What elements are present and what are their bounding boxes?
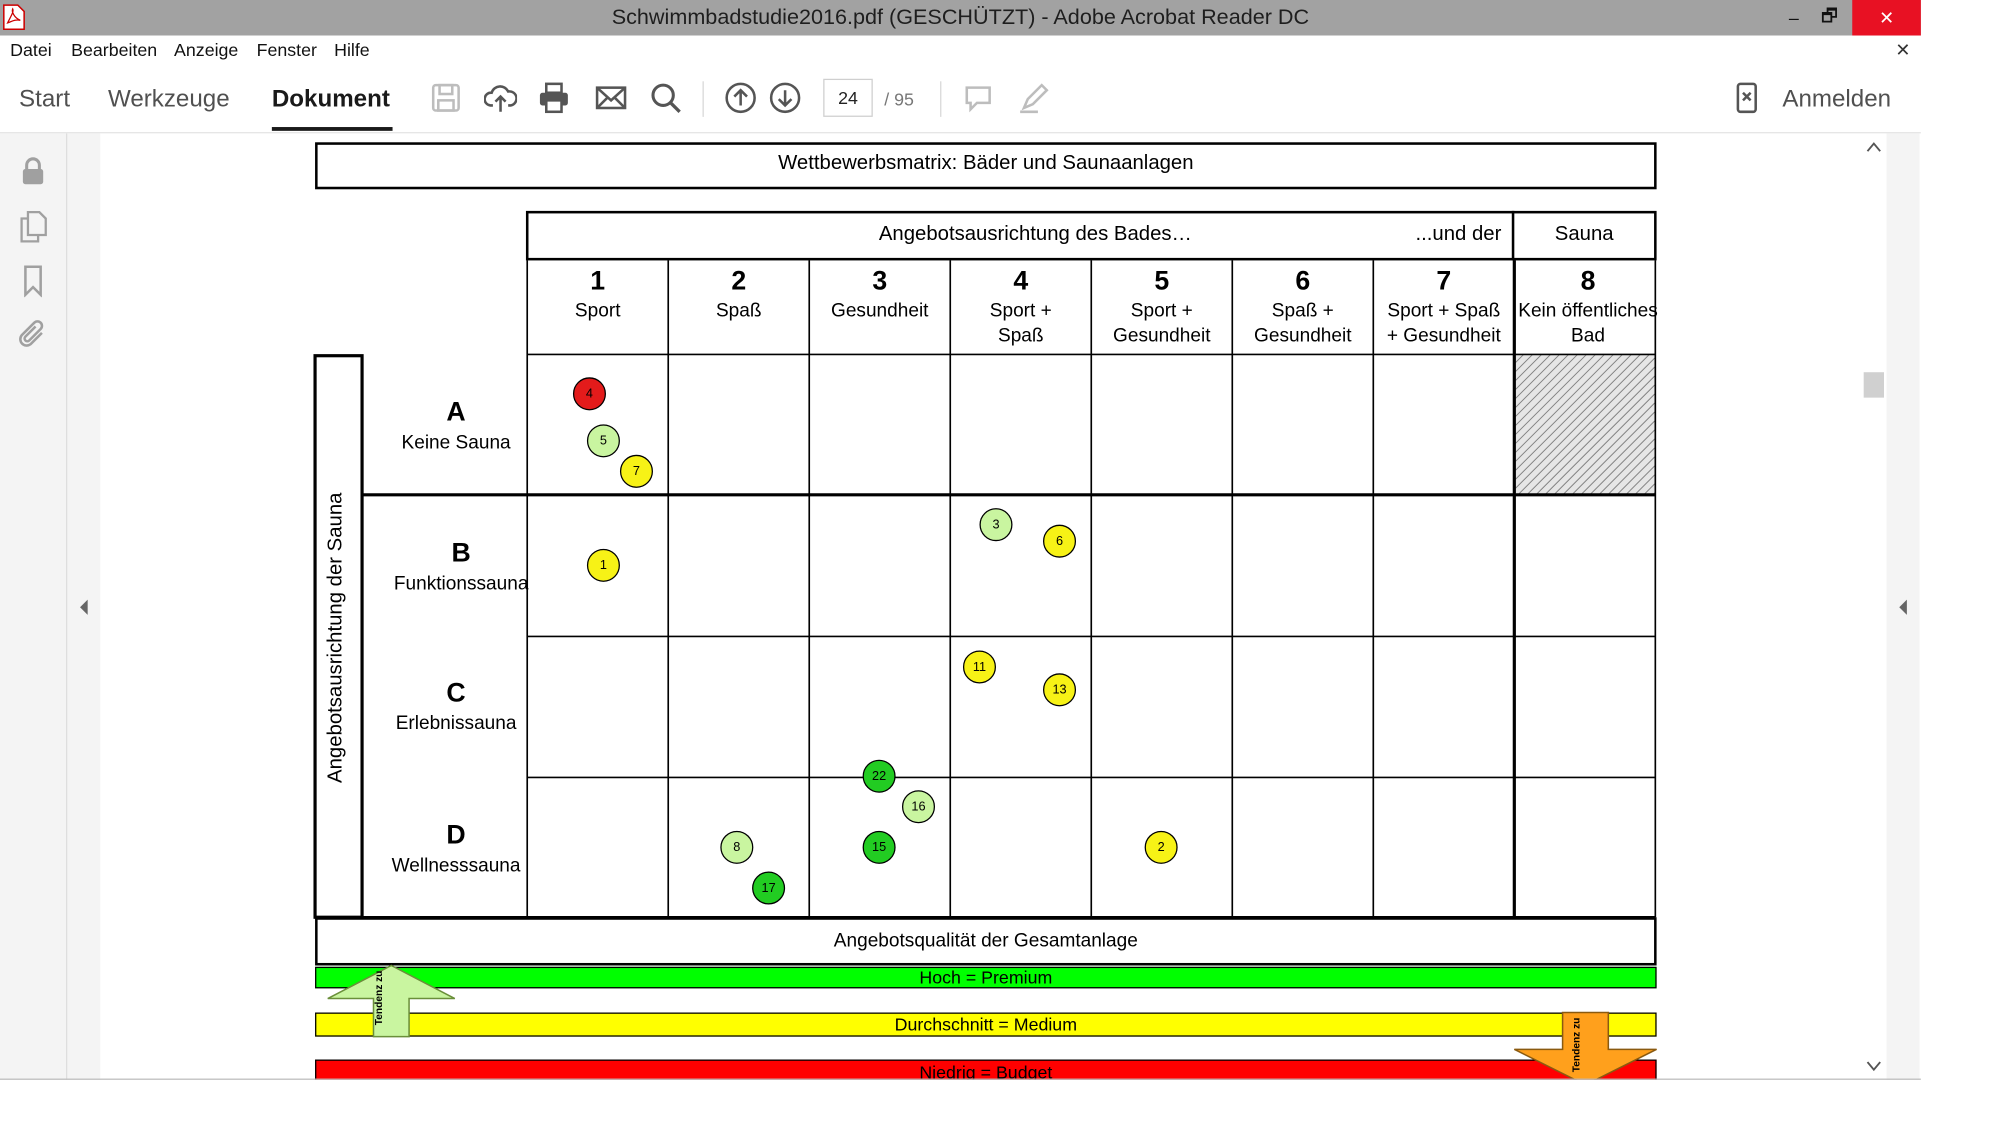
marker-label: 13	[1052, 682, 1067, 697]
quality-label: Angebotsqualität der Gesamtanlage	[833, 929, 1138, 952]
tab-werkzeuge[interactable]: Werkzeuge	[108, 86, 230, 114]
expand-right-pane-icon[interactable]	[1897, 598, 1910, 616]
marker-bath-22: 22	[862, 759, 896, 793]
marker-bath-16: 16	[901, 790, 936, 824]
page-up-icon[interactable]	[724, 81, 757, 114]
attachment-icon[interactable]	[17, 318, 50, 351]
vertical-scrollbar[interactable]	[1861, 133, 1887, 1080]
tab-dokument[interactable]: Dokument	[272, 86, 390, 114]
window-title: Schwimmbadstudie2016.pdf (GESCHÜTZT) - A…	[611, 5, 1310, 30]
scroll-down-icon[interactable]	[1866, 1060, 1881, 1073]
sign-in-button[interactable]: Anmelden	[1782, 86, 1891, 114]
lock-icon[interactable]	[17, 155, 50, 188]
band-label: Durchschnitt = Medium	[894, 1013, 1078, 1035]
marker-label: 16	[911, 799, 926, 814]
marker-label: 8	[733, 840, 741, 855]
band-premium: Hoch = Premium	[315, 966, 1657, 989]
toolbar-separator	[702, 81, 704, 117]
close-button[interactable]: ✕	[1852, 0, 1921, 36]
band-medium: Durchschnitt = Medium	[315, 1012, 1657, 1037]
tendency-label-up: Tendenz zu	[372, 970, 385, 1026]
marker-label: 1	[599, 558, 607, 573]
row-label: Wellnesssauna	[391, 854, 521, 877]
scroll-thumb[interactable]	[1863, 372, 1885, 398]
toolbar: Start Werkzeuge Dokument 24 / 95 Anmelde…	[0, 63, 1921, 134]
scroll-up-icon[interactable]	[1866, 141, 1881, 154]
print-icon[interactable]	[537, 81, 570, 114]
page-down-icon[interactable]	[769, 81, 802, 114]
save-icon[interactable]	[429, 81, 462, 114]
document-view: Wettbewerbsmatrix: Bäder und Saunaanlage…	[100, 133, 1862, 1080]
comment-icon[interactable]	[962, 81, 995, 114]
row-letter: A	[446, 397, 466, 427]
band-label: Hoch = Premium	[919, 966, 1053, 988]
marker-bath-2: 2	[1144, 830, 1178, 864]
row-label: Keine Sauna	[401, 431, 511, 454]
tab-start[interactable]: Start	[19, 86, 70, 114]
row-letter: B	[451, 538, 471, 568]
mobile-icon[interactable]	[1730, 81, 1763, 114]
marker-bath-13: 13	[1042, 673, 1077, 707]
marker-label: 6	[1055, 534, 1064, 549]
row-letter: D	[446, 820, 466, 850]
restore-icon: 🗗	[1821, 5, 1838, 26]
tendency-down-arrow	[1513, 1011, 1657, 1080]
navigation-pane	[0, 133, 68, 1080]
marker-label: 15	[872, 840, 887, 855]
marker-bath-7: 7	[619, 454, 653, 488]
marker-label: 22	[872, 769, 887, 784]
hatched-cell	[1515, 354, 1656, 495]
page-total: / 95	[884, 88, 914, 110]
marker-bath-11: 11	[962, 650, 996, 684]
upload-icon[interactable]	[484, 81, 518, 114]
menu-datei[interactable]: Datei	[10, 39, 52, 59]
marker-label: 4	[585, 386, 593, 401]
minimize-icon: –	[1788, 7, 1799, 28]
page-number-input[interactable]: 24	[823, 78, 873, 117]
menu-bearbeiten[interactable]: Bearbeiten	[71, 39, 157, 59]
band-budget: Niedrig = Budget	[315, 1059, 1657, 1080]
marker-bath-8: 8	[720, 830, 754, 864]
search-icon[interactable]	[649, 81, 682, 114]
close-document-icon[interactable]: ✕	[1895, 39, 1910, 61]
marker-bath-4: 4	[572, 377, 606, 411]
bookmark-icon[interactable]	[17, 264, 50, 298]
marker-label: 5	[599, 433, 607, 448]
band-label: Niedrig = Budget	[919, 1062, 1053, 1080]
menu-bar: Datei Bearbeiten Anzeige Fenster Hilfe ✕	[0, 35, 1921, 64]
row-label: Erlebnissauna	[395, 712, 517, 735]
collapse-left-icon[interactable]	[77, 598, 90, 616]
marker-label: 2	[1157, 840, 1165, 855]
close-icon: ✕	[1879, 6, 1894, 28]
menu-hilfe[interactable]: Hilfe	[334, 39, 370, 59]
pen-icon[interactable]	[1018, 81, 1051, 114]
pdf-page: Wettbewerbsmatrix: Bäder und Saunaanlage…	[100, 133, 1861, 1080]
row-label: Funktionssauna	[393, 572, 529, 595]
marker-label: 3	[992, 517, 1000, 532]
menu-anzeige[interactable]: Anzeige	[174, 39, 238, 59]
marker-bath-3: 3	[979, 508, 1013, 542]
marker-label: 17	[761, 881, 776, 895]
active-tab-indicator	[271, 127, 393, 131]
row-axis-label: Angebotsausrichtung der Sauna	[325, 492, 347, 783]
toolbar-separator	[940, 81, 942, 117]
left-collapse-strip	[67, 133, 101, 1080]
marker-bath-1: 1	[586, 548, 620, 582]
right-collapse-strip	[1886, 133, 1920, 1080]
marker-label: 7	[632, 464, 641, 479]
tendency-up-arrow	[327, 964, 456, 1038]
marker-bath-5: 5	[586, 424, 620, 458]
mail-icon[interactable]	[595, 81, 628, 114]
row-letter: C	[446, 678, 466, 708]
tendency-label-down: Tendenz zu	[1570, 1017, 1583, 1073]
window-bottom-border	[0, 1078, 1921, 1080]
marker-label: 11	[972, 659, 987, 674]
title-bar: Schwimmbadstudie2016.pdf (GESCHÜTZT) - A…	[0, 0, 1921, 36]
marker-bath-15: 15	[862, 830, 896, 864]
maximize-button[interactable]: 🗗	[1804, 0, 1855, 36]
marker-bath-17: 17	[752, 871, 786, 905]
marker-bath-6: 6	[1042, 524, 1077, 558]
menu-fenster[interactable]: Fenster	[257, 39, 317, 59]
pages-icon[interactable]	[17, 210, 50, 243]
